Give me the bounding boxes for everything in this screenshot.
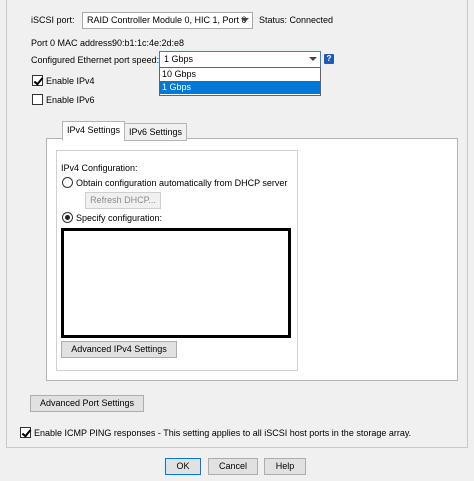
cancel-button[interactable]: Cancel <box>208 458 258 475</box>
help-icon[interactable]: ? <box>324 54 334 64</box>
chevron-down-icon <box>309 57 317 61</box>
enable-icmp-checkbox[interactable] <box>20 427 31 438</box>
tab-ipv6-settings[interactable]: IPv6 Settings <box>124 123 188 141</box>
dhcp-label: Obtain configuration automatically from … <box>76 178 288 188</box>
mac-address-label: Port 0 MAC address: <box>31 38 115 48</box>
tab-ipv4-settings[interactable]: IPv4 Settings <box>62 121 126 141</box>
specify-config-radio[interactable] <box>62 212 73 223</box>
advanced-ipv4-settings-button[interactable]: Advanced IPv4 Settings <box>61 341 177 358</box>
speed-option-1gbps[interactable]: 1 Gbps <box>160 81 320 94</box>
port-speed-dropdown: 10 Gbps 1 Gbps <box>159 67 321 96</box>
enable-ipv6-checkbox[interactable] <box>32 94 43 105</box>
iscsi-port-select[interactable]: RAID Controller Module 0, HIC 1, Port 0 <box>82 12 253 29</box>
dhcp-radio[interactable] <box>62 177 73 188</box>
speed-option-10gbps[interactable]: 10 Gbps <box>160 68 320 81</box>
enable-ipv4-checkbox[interactable] <box>32 75 43 86</box>
mac-address-value: 90:b1:1c:4e:2d:e8 <box>112 38 185 48</box>
ipv4-config-box <box>61 228 291 338</box>
advanced-port-settings-button[interactable]: Advanced Port Settings <box>30 395 144 412</box>
iscsi-port-label: iSCSI port: <box>31 15 75 25</box>
enable-ipv4-label: Enable IPv4 <box>46 76 95 86</box>
help-button[interactable]: Help <box>264 458 306 475</box>
specify-config-label: Specify configuration: <box>76 213 163 223</box>
status-text: Status: Connected <box>259 15 334 25</box>
refresh-dhcp-button[interactable]: Refresh DHCP... <box>85 192 161 209</box>
port-speed-label: Configured Ethernet port speed: <box>31 55 160 65</box>
enable-ipv6-label: Enable IPv6 <box>46 95 95 105</box>
enable-icmp-label: Enable ICMP PING responses - This settin… <box>34 428 412 438</box>
port-speed-select[interactable]: 1 Gbps <box>159 51 321 68</box>
ok-button[interactable]: OK <box>165 458 201 475</box>
ipv4-config-heading: IPv4 Configuration: <box>61 163 138 173</box>
port-speed-value: 1 Gbps <box>164 54 194 64</box>
iscsi-port-value: RAID Controller Module 0, HIC 1, Port 0 <box>87 15 247 25</box>
chevron-down-icon <box>241 18 249 22</box>
